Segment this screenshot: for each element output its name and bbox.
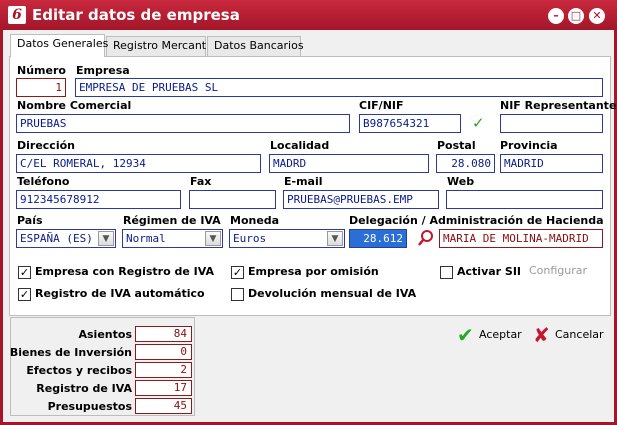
stat-label: Registro de IVA: [36, 382, 132, 395]
telefono-field[interactable]: 912345678912: [16, 190, 181, 209]
fax-label: Fax: [190, 175, 212, 188]
devolucion-mensual-label: Devolución mensual de IVA: [248, 287, 417, 300]
stat-value: 84: [135, 326, 192, 342]
provincia-field[interactable]: MADRID: [500, 154, 603, 173]
chevron-down-icon[interactable]: ▼: [327, 231, 343, 246]
empresa-field[interactable]: EMPRESA DE PRUEBAS SL: [75, 78, 603, 97]
stat-row: Presupuestos 45: [11, 398, 196, 415]
fax-field[interactable]: [189, 190, 276, 209]
delegacion-label: Delegación / Administración de Hacienda: [349, 214, 604, 227]
stat-value: 17: [135, 380, 192, 396]
telefono-label: Teléfono: [17, 175, 70, 188]
empresa-registro-iva-label: Empresa con Registro de IVA: [35, 265, 215, 278]
provincia-label: Provincia: [500, 139, 558, 152]
empresa-registro-iva-checkbox[interactable]: ✓: [18, 266, 31, 279]
stat-row: Efectos y recibos 2: [11, 362, 196, 379]
cif-label: CIF/NIF: [359, 99, 404, 112]
cif-field[interactable]: B987654321: [359, 114, 461, 133]
search-icon[interactable]: [418, 229, 434, 247]
cross-icon: ✘: [533, 323, 550, 347]
activar-sii-checkbox[interactable]: [440, 266, 453, 279]
accept-button[interactable]: ✔ Aceptar: [457, 323, 522, 347]
direccion-label: Dirección: [17, 139, 75, 152]
title-bar[interactable]: 6 Editar datos de empresa – □ ✕: [0, 0, 617, 30]
stat-row: Registro de IVA 17: [11, 380, 196, 397]
stat-value: 0: [135, 344, 192, 360]
empresa-por-omision-label: Empresa por omisión: [248, 265, 379, 278]
registro-iva-automatico-checkbox[interactable]: ✓: [18, 288, 31, 301]
delegacion-name-field[interactable]: MARIA DE MOLINA-MADRID: [439, 229, 603, 248]
configurar-button[interactable]: Configurar: [529, 264, 587, 277]
localidad-field[interactable]: MADRD: [269, 154, 429, 173]
stat-label: Presupuestos: [47, 400, 132, 413]
nif-representante-label: NIF Representante: [500, 99, 617, 112]
delegacion-code-field[interactable]: 28.612: [349, 229, 407, 248]
cif-valid-check-icon: ✓: [472, 114, 485, 132]
activar-sii-label: Activar SII: [457, 265, 522, 278]
regimen-iva-select[interactable]: Normal ▼: [122, 229, 223, 248]
postal-label: Postal: [437, 139, 476, 152]
stat-label: Efectos y recibos: [26, 364, 132, 377]
nif-representante-field[interactable]: [500, 114, 603, 133]
web-label: Web: [447, 175, 475, 188]
pais-label: País: [17, 214, 43, 227]
moneda-select-value: Euros: [233, 232, 267, 245]
maximize-button[interactable]: □: [568, 8, 584, 24]
numero-label: Número: [17, 64, 66, 77]
moneda-select[interactable]: Euros ▼: [229, 229, 345, 248]
dialog-window: 6 Editar datos de empresa – □ ✕ Datos Ge…: [0, 0, 617, 425]
stat-label: Asientos: [78, 328, 133, 341]
nombre-comercial-label: Nombre Comercial: [17, 99, 132, 112]
accept-button-label: Aceptar: [479, 328, 522, 341]
localidad-label: Localidad: [270, 139, 330, 152]
chevron-down-icon[interactable]: ▼: [98, 231, 114, 246]
pais-select[interactable]: ESPAÑA (ES) ▼: [16, 229, 116, 248]
tab-datos-generales[interactable]: Datos Generales: [10, 34, 108, 57]
cancel-button-label: Cancelar: [555, 328, 604, 341]
check-icon: ✔: [457, 323, 474, 347]
devolucion-mensual-checkbox[interactable]: [231, 288, 244, 301]
chevron-down-icon[interactable]: ▼: [205, 231, 221, 246]
empresa-label: Empresa: [76, 64, 130, 77]
window-title: Editar datos de empresa: [32, 6, 240, 24]
web-field[interactable]: [446, 190, 603, 209]
dialog-content: Datos Generales Registro Mercantil Datos…: [8, 34, 616, 418]
registro-iva-automatico-label: Registro de IVA automático: [35, 287, 205, 300]
stats-panel: Asientos 84 Bienes de Inversión 0 Efecto…: [10, 317, 195, 416]
stat-value: 2: [135, 362, 192, 378]
stat-row: Asientos 84: [11, 326, 196, 343]
email-field[interactable]: PRUEBAS@PRUEBAS.EMP: [283, 190, 439, 209]
pais-select-value: ESPAÑA (ES): [20, 232, 93, 245]
direccion-field[interactable]: C/EL ROMERAL, 12934: [16, 154, 261, 173]
moneda-label: Moneda: [230, 214, 280, 227]
empresa-por-omision-checkbox[interactable]: ✓: [231, 266, 244, 279]
tab-datos-bancarios[interactable]: Datos Bancarios: [207, 36, 304, 56]
numero-field[interactable]: 1: [16, 78, 66, 97]
stat-label: Bienes de Inversión: [9, 346, 132, 359]
postal-field[interactable]: 28.080: [436, 154, 495, 173]
general-data-panel: Número 1 Empresa EMPRESA DE PRUEBAS SL N…: [9, 56, 616, 316]
minimize-button[interactable]: –: [548, 8, 564, 24]
stat-row: Bienes de Inversión 0: [9, 344, 196, 361]
stat-value: 45: [135, 398, 192, 414]
tab-registro-mercantil[interactable]: Registro Mercantil: [106, 36, 212, 56]
regimen-iva-label: Régimen de IVA: [123, 214, 221, 227]
email-label: E-mail: [284, 175, 323, 188]
nombre-comercial-field[interactable]: PRUEBAS: [16, 114, 350, 133]
regimen-iva-select-value: Normal: [126, 232, 166, 245]
close-button[interactable]: ✕: [589, 8, 605, 24]
cancel-button[interactable]: ✘ Cancelar: [533, 323, 604, 347]
app-logo-icon: 6: [8, 6, 26, 24]
